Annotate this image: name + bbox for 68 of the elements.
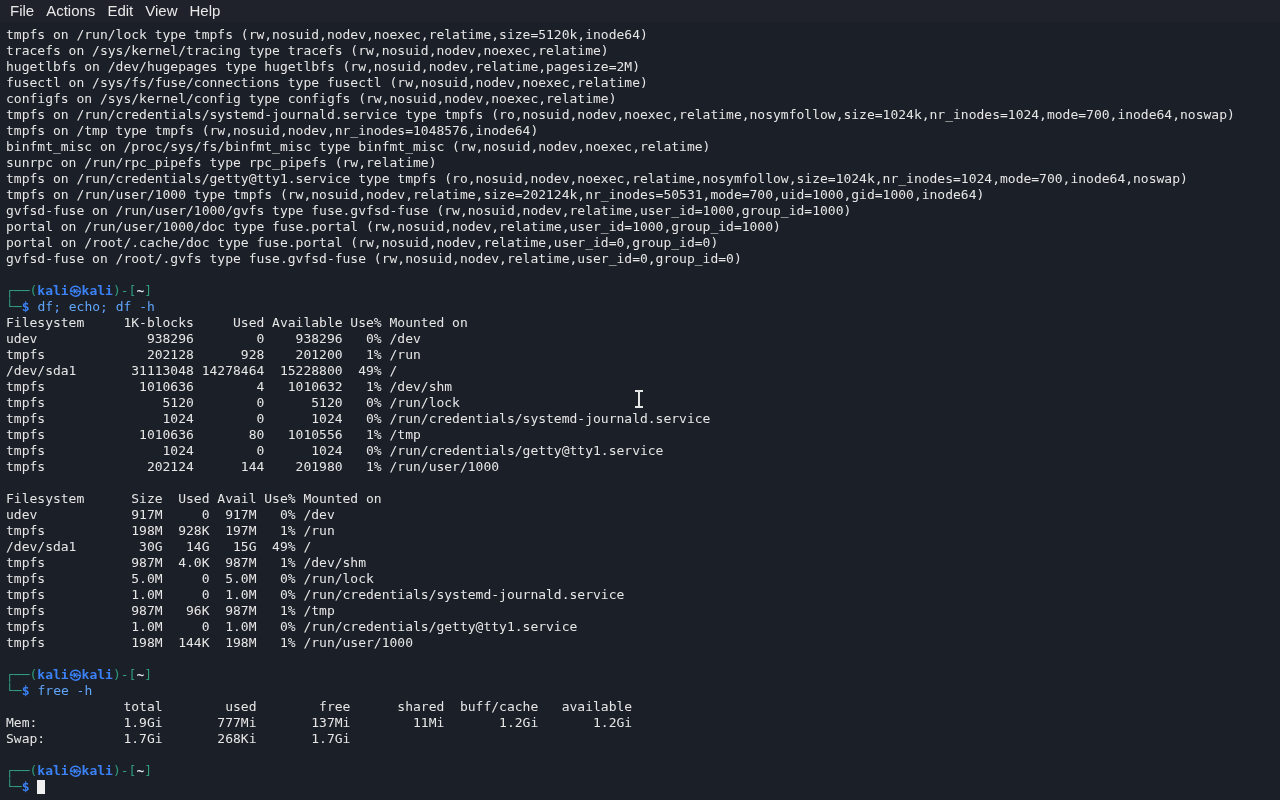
output-line: tmpfs 198M 144K 198M 1% /run/user/1000 <box>6 635 413 651</box>
menu-item[interactable]: Help <box>183 0 227 23</box>
prompt-directory: ~ <box>136 667 145 683</box>
prompt-frame: ] <box>144 283 153 299</box>
output-line: tmpfs 1010636 4 1010632 1% /dev/shm <box>6 379 453 395</box>
text-cursor-icon <box>634 390 644 408</box>
prompt-corner: └─ <box>6 779 22 795</box>
output-line: tmpfs on /run/lock type tmpfs (rw,nosuid,nodev,noexec,relatime,size=5120k,inode64) <box>6 27 648 43</box>
prompt-frame: ┌──( <box>6 763 38 779</box>
prompt-user-host: kali㉿kali <box>37 667 113 683</box>
output-line: Mem: 1.9Gi 777Mi 137Mi 11Mi 1.2Gi 1.2Gi <box>6 715 633 731</box>
output-line: /dev/sda1 30G 14G 15G 49% / <box>6 539 312 555</box>
command-text: df; echo; df -h <box>37 299 155 315</box>
output-line: tmpfs 987M 96K 987M 1% /tmp <box>6 603 335 619</box>
output-line: binfmt_misc on /proc/sys/fs/binfmt_misc type binfmt_misc (rw,nosuid,nodev,noexec,relatime) <box>6 139 711 155</box>
output-line: configfs on /sys/kernel/config type configfs (rw,nosuid,nodev,noexec,relatime) <box>6 91 617 107</box>
output-line: tmpfs 1010636 80 1010556 1% /tmp <box>6 427 421 443</box>
output-line: hugetlbfs on /dev/hugepages type hugetlbfs (rw,nosuid,nodev,relatime,pagesize=2M) <box>6 59 640 75</box>
output-line: tmpfs 1024 0 1024 0% /run/credentials/getty@tty1.service <box>6 443 664 459</box>
output-line: udev 917M 0 917M 0% /dev <box>6 507 335 523</box>
prompt-frame: ] <box>144 763 153 779</box>
output-line: gvfsd-fuse on /run/user/1000/gvfs type fuse.gvfsd-fuse (rw,nosuid,nodev,relatime,user_id=1000,group_id=1000) <box>6 203 852 219</box>
output-line: Filesystem Size Used Avail Use% Mounted on <box>6 491 382 507</box>
output-line: tmpfs on /run/user/1000 type tmpfs (rw,nosuid,nodev,relatime,size=202124k,nr_inodes=50531,mode=700,uid=1000,gid=1000,inode64) <box>6 187 985 203</box>
prompt-frame: )-[ <box>112 763 137 779</box>
output-line: tmpfs 202128 928 201200 1% /run <box>6 347 421 363</box>
prompt-frame: ┌──( <box>6 283 38 299</box>
output-line: gvfsd-fuse on /root/.gvfs type fuse.gvfsd-fuse (rw,nosuid,nodev,relatime,user_id=0,group_id=0) <box>6 251 742 267</box>
output-line: tmpfs on /run/credentials/getty@tty1.service type tmpfs (ro,nosuid,nodev,noexec,relatime,nosymfollow,size=1024k,nr_inodes=1024,mode=700,inode64,noswap) <box>6 171 1188 187</box>
output-line: tmpfs 5.0M 0 5.0M 0% /run/lock <box>6 571 374 587</box>
menu-item[interactable]: Actions <box>40 0 102 23</box>
output-line: /dev/sda1 31113048 14278464 15228800 49% / <box>6 363 398 379</box>
output-line: tmpfs 1.0M 0 1.0M 0% /run/credentials/getty@tty1.service <box>6 619 578 635</box>
text-cursor <box>37 780 46 794</box>
output-line: fusectl on /sys/fs/fuse/connections type fusectl (rw,nosuid,nodev,noexec,relatime) <box>6 75 648 91</box>
prompt-symbol: $ <box>21 779 30 795</box>
output-line: tmpfs 1024 0 1024 0% /run/credentials/systemd-journald.service <box>6 411 711 427</box>
prompt-user-host: kali㉿kali <box>37 283 113 299</box>
prompt-frame: ┌──( <box>6 667 38 683</box>
menu-item[interactable]: View <box>139 0 184 23</box>
prompt-frame: )-[ <box>112 667 137 683</box>
prompt-user-host: kali㉿kali <box>37 763 113 779</box>
prompt-frame: )-[ <box>112 283 137 299</box>
output-line: Swap: 1.7Gi 268Ki 1.7Gi <box>6 731 351 747</box>
prompt-directory: ~ <box>136 763 145 779</box>
output-line: total used free shared buff/cache available <box>122 699 633 715</box>
output-line: tmpfs 198M 928K 197M 1% /run <box>6 523 335 539</box>
output-line: tmpfs 987M 4.0K 987M 1% /dev/shm <box>6 555 367 571</box>
output-line: sunrpc on /run/rpc_pipefs type rpc_pipefs (rw,relatime) <box>6 155 437 171</box>
prompt-corner: └─ <box>6 299 22 315</box>
output-line: tmpfs 1.0M 0 1.0M 0% /run/credentials/systemd-journald.service <box>6 587 625 603</box>
prompt-symbol: $ <box>21 299 30 315</box>
prompt-symbol: $ <box>21 683 30 699</box>
output-line: udev 938296 0 938296 0% /dev <box>6 331 421 347</box>
output-line: Filesystem 1K-blocks Used Available Use% Mounted on <box>6 315 468 331</box>
menu-item[interactable]: File <box>4 0 41 23</box>
output-line: tmpfs 5120 0 5120 0% /run/lock <box>6 395 460 411</box>
prompt-frame: ] <box>144 667 153 683</box>
output-line: portal on /run/user/1000/doc type fuse.portal (rw,nosuid,nodev,relatime,user_id=1000,group_id=1000) <box>6 219 781 235</box>
output-line: portal on /root/.cache/doc type fuse.portal (rw,nosuid,nodev,relatime,user_id=0,group_id=0) <box>6 235 719 251</box>
menu-item[interactable]: Edit <box>101 0 140 23</box>
output-line: tmpfs on /run/credentials/systemd-journald.service type tmpfs (ro,nosuid,nodev,noexec,relatime,nosymfollow,size=1024k,nr_inodes=1024,mode=700,inode64,noswap) <box>6 107 1235 123</box>
prompt-directory: ~ <box>136 283 145 299</box>
output-line: tmpfs 202124 144 201980 1% /run/user/1000 <box>6 459 500 475</box>
command-text: free -h <box>37 683 93 699</box>
prompt-corner: └─ <box>6 683 22 699</box>
output-line: tmpfs on /tmp type tmpfs (rw,nosuid,nodev,nr_inodes=1048576,inode64) <box>6 123 539 139</box>
output-line: tracefs on /sys/kernel/tracing type tracefs (rw,nosuid,nodev,noexec,relatime) <box>6 43 609 59</box>
